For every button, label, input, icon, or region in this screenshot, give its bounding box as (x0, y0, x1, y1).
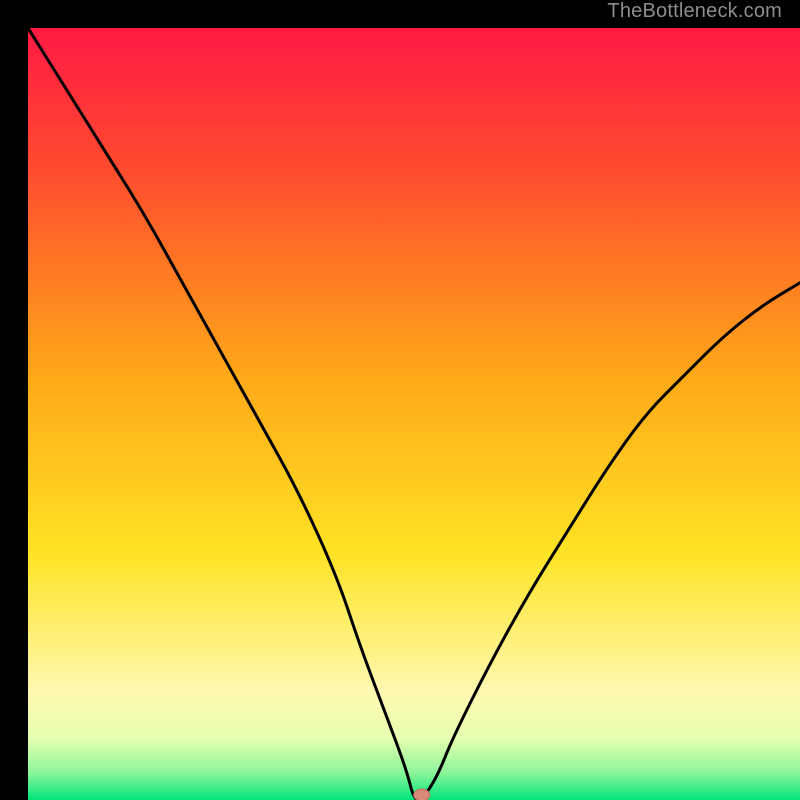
gradient-background (28, 28, 800, 800)
watermark-text: TheBottleneck.com (607, 0, 782, 23)
bottleneck-chart (28, 28, 800, 800)
optimal-point-marker (414, 789, 430, 800)
chart-frame (14, 14, 786, 786)
